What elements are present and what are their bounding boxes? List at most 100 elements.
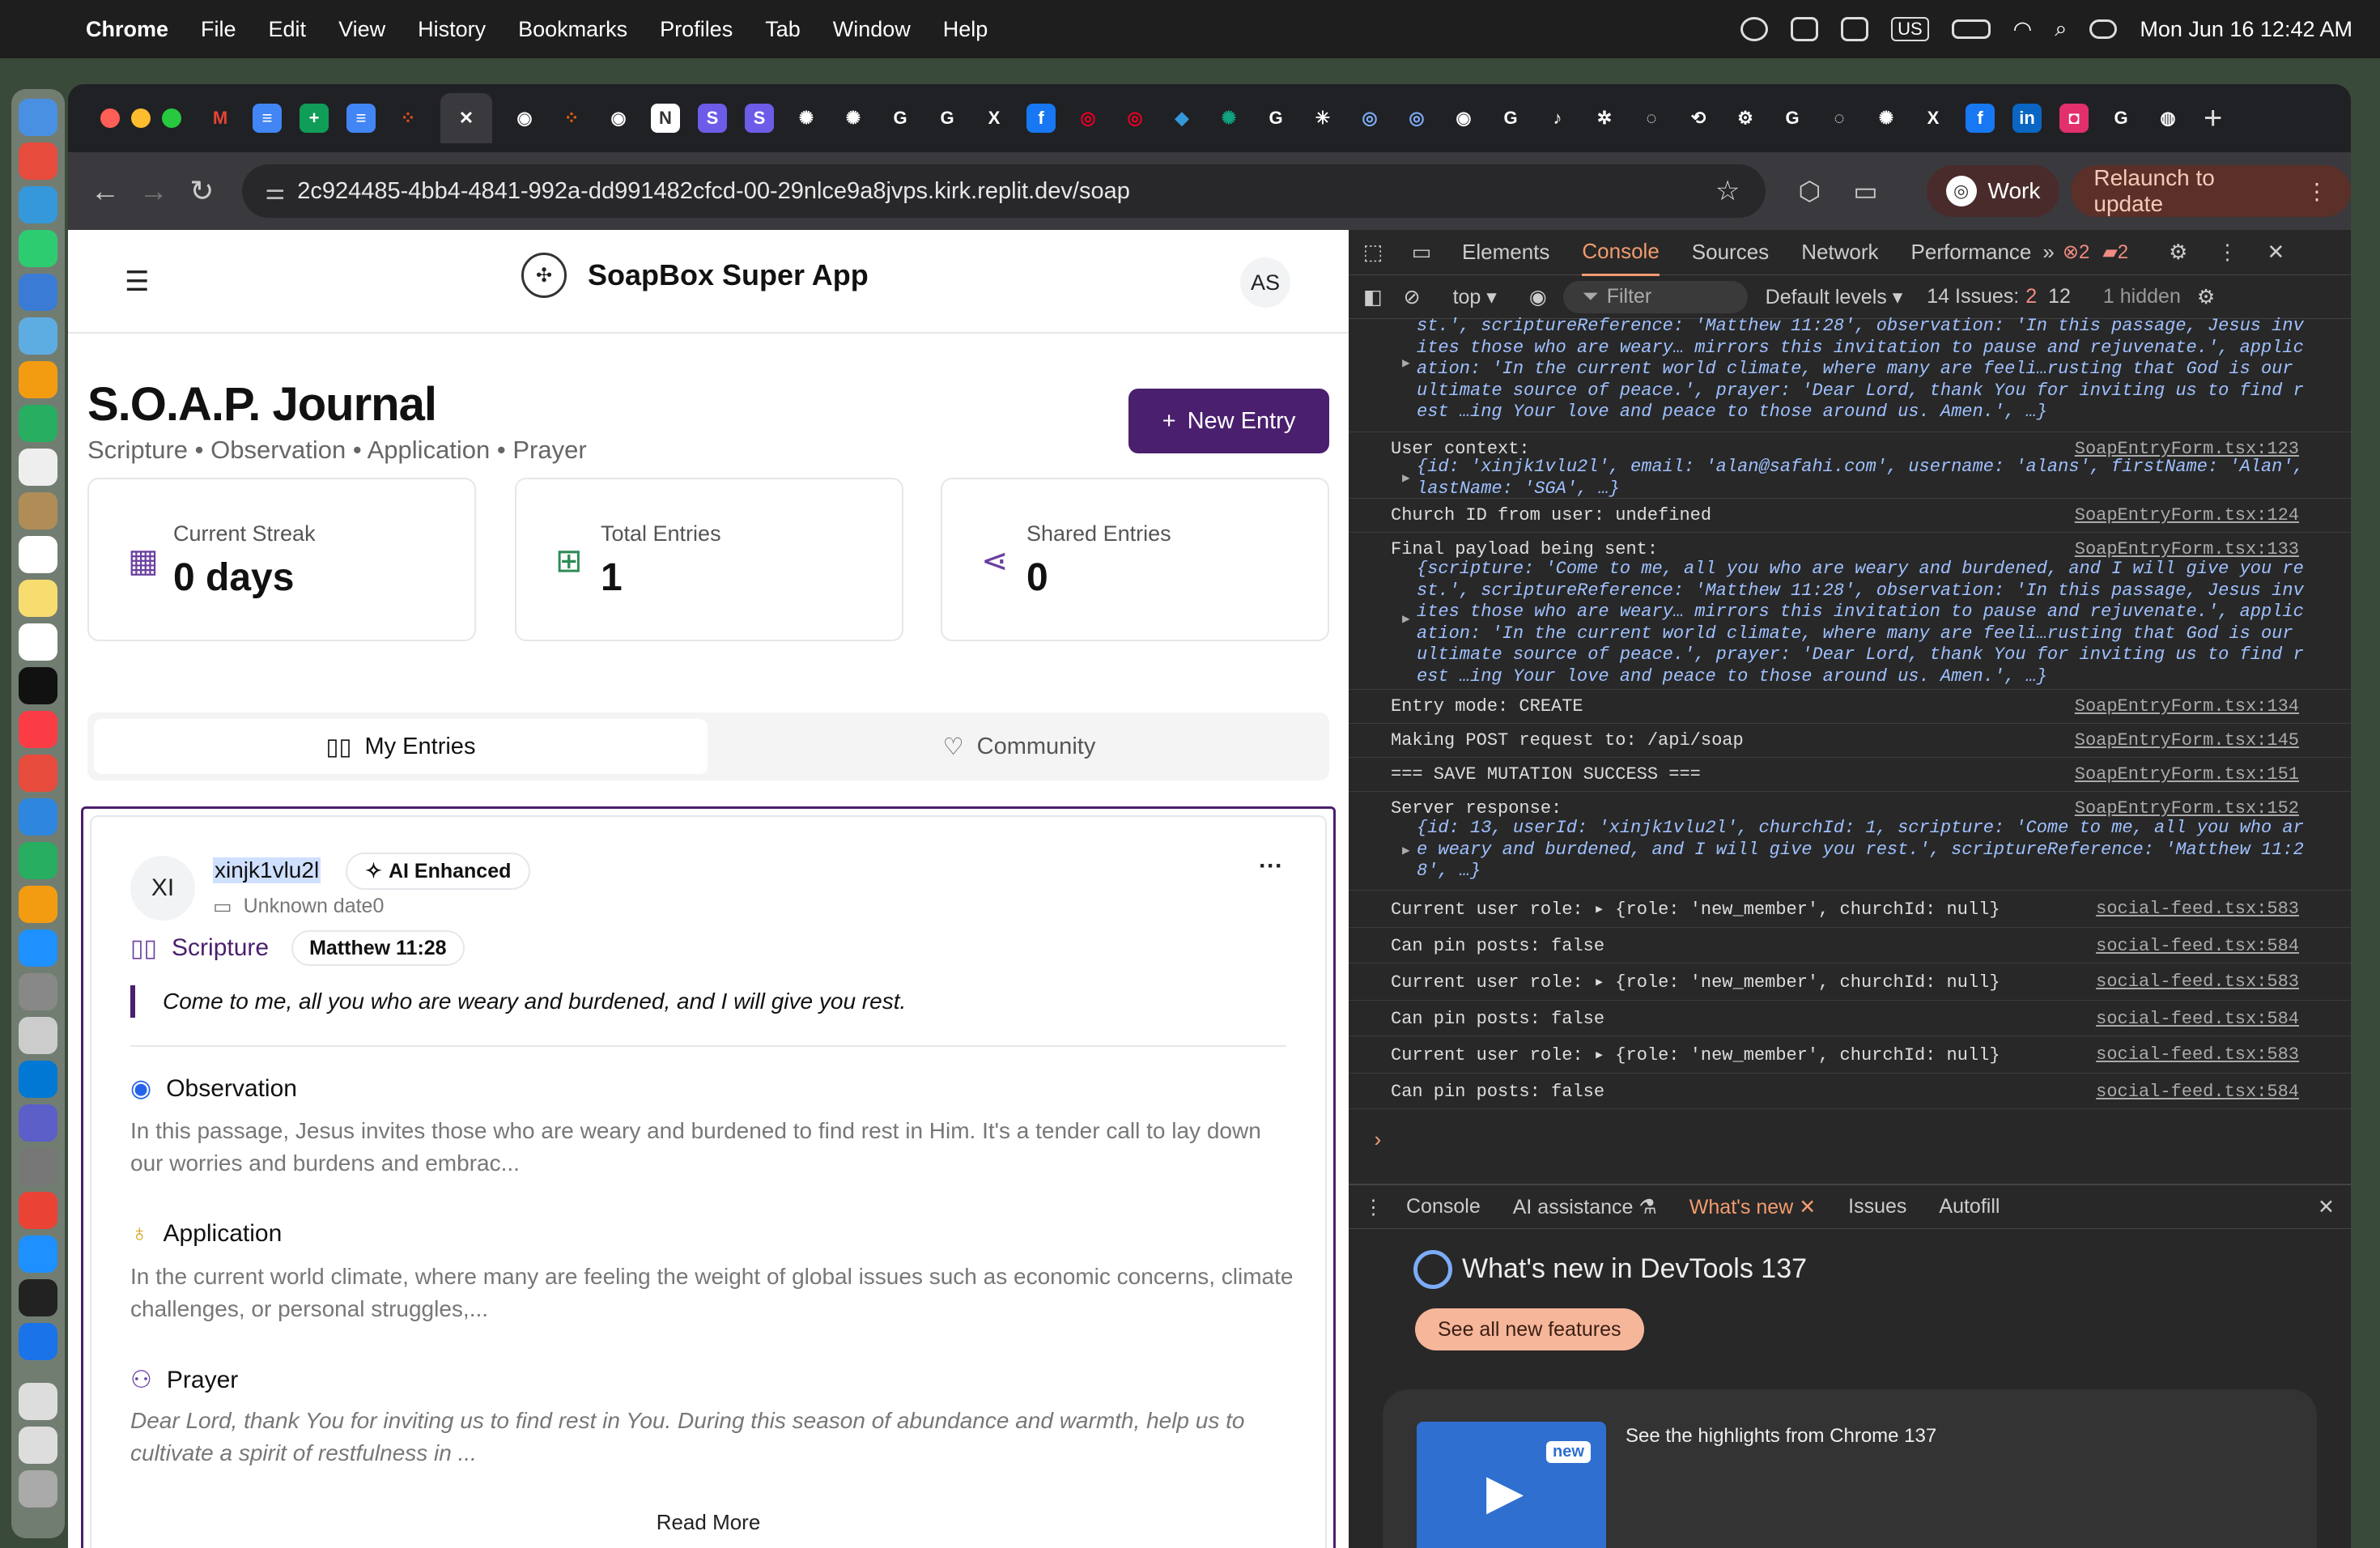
tab-docs-icon-2[interactable]: ≡ [346,104,376,133]
clear-console-icon[interactable]: ⊘ [1404,285,1421,309]
tab-loading-icon[interactable]: ◌ [1637,104,1666,133]
log-source-link[interactable]: social-feed.tsx:584 [2096,1009,2299,1029]
tv-icon[interactable] [19,667,57,704]
log-object[interactable]: {id: 'xinjk1vlu2l', email: 'alan@safahi.… [1417,457,2304,500]
tab-community[interactable]: ♡ Community [712,719,1326,774]
log-source-link[interactable]: social-feed.tsx:583 [2096,972,2299,992]
keynote-icon[interactable] [19,798,57,836]
tab-s-icon-2[interactable]: S [745,104,774,133]
input-source-badge[interactable]: US [1891,17,1929,41]
teams-icon[interactable] [1791,17,1819,41]
tab-x-icon-2[interactable]: X [1919,104,1948,133]
new-entry-button[interactable]: + New Entry [1128,389,1329,453]
tab-google-icon-5[interactable]: G [2106,104,2136,133]
url-text[interactable]: 2c924485-4bb4-4841-992a-dd991482cfcd-00-… [297,178,1130,205]
log-source-link[interactable]: social-feed.tsx:583 [2096,1044,2299,1065]
log-source-link[interactable]: social-feed.tsx:584 [2096,1082,2299,1102]
address-bar[interactable]: ⚌ 2c924485-4bb4-4841-992a-dd991482cfcd-0… [242,164,1766,218]
expand-triangle-icon[interactable]: ▶ [1402,470,1410,486]
tab-openai-icon-3[interactable]: ✺ [1872,104,1901,133]
tab-circle-icon[interactable]: ◌ [1825,104,1854,133]
menu-profiles[interactable]: Profiles [660,17,733,42]
tab-openai-icon-2[interactable]: ✺ [839,104,868,133]
news-icon[interactable] [19,755,57,792]
device-toolbar-icon[interactable]: ▭ [1397,240,1446,265]
tab-dropbox-icon[interactable]: ◆ [1167,104,1196,133]
tab-chrome-icon-2[interactable]: ◎ [1402,104,1431,133]
safari-icon[interactable] [19,186,57,223]
messages-icon[interactable] [19,230,57,267]
log-source-link[interactable]: SoapEntryForm.tsx:145 [2075,730,2299,751]
expand-triangle-icon[interactable]: ▶ [1402,610,1410,627]
console-filter-input[interactable]: ⏷ Filter [1562,280,1748,313]
tab-chatgpt-icon[interactable]: ✺ [1214,104,1243,133]
menu-app-name[interactable]: Chrome [86,17,168,42]
issues-info-count[interactable]: 12 [2048,285,2071,308]
menu-help[interactable]: Help [943,17,988,42]
audio-icon[interactable] [1841,17,1869,41]
log-object[interactable]: {scripture: 'Come to me, all you who are… [1417,559,2304,687]
extensions-icon[interactable]: ⬡ [1798,176,1821,206]
drawer-tab-console[interactable]: Console [1406,1195,1481,1218]
tab-google-icon-4[interactable]: G [1778,104,1807,133]
tab-google-icon-2[interactable]: G [933,104,962,133]
tab-openai-icon[interactable]: ✺ [792,104,821,133]
console-prompt[interactable]: › [1371,1129,1384,1153]
finder-icon[interactable] [19,99,57,136]
forward-icon[interactable]: → [130,174,178,208]
expand-triangle-icon[interactable]: ▶ [1402,842,1410,858]
drawer-tab-autofill[interactable]: Autofill [1939,1195,2000,1218]
menu-view[interactable]: View [338,17,385,42]
menu-bookmarks[interactable]: Bookmarks [518,17,627,42]
trash-icon[interactable] [19,1470,57,1508]
tab-google-icon[interactable]: G [886,104,915,133]
devtools-tab-performance[interactable]: Performance [1911,230,2032,274]
tab-docs-icon[interactable]: ≡ [253,104,282,133]
new-tab-icon[interactable]: + [2204,100,2222,137]
error-counts[interactable]: ⊗2 ▰2 [2063,240,2128,264]
tab-music-icon[interactable]: ♪ [1543,104,1572,133]
tab-my-entries[interactable]: ▯▯ My Entries [94,719,708,774]
brand[interactable]: ✣ SoapBox Super App [521,253,869,298]
zoom-window-button[interactable] [162,108,181,128]
1password-icon[interactable] [19,1323,57,1360]
notes-icon[interactable] [19,580,57,617]
profile-button[interactable]: ◎ Work [1926,165,2060,217]
devtools-settings-icon[interactable]: ⚙ [2169,240,2187,265]
devtools-menu-icon[interactable]: ⋮ [2216,240,2238,265]
see-all-features-button[interactable]: See all new features [1415,1308,1644,1350]
drawer-tab-ai-assistance[interactable]: AI assistance ⚗ [1513,1195,1657,1219]
menu-file[interactable]: File [201,17,236,42]
wifi-icon[interactable]: ◠ [2013,17,2033,42]
relaunch-button[interactable]: Relaunch to update ⋮ [2071,165,2351,217]
log-message[interactable]: Current user role: ▸ {role: 'new_member'… [1391,899,2000,920]
control-center-icon[interactable] [2089,19,2118,39]
more-tabs-icon[interactable]: » [2042,240,2054,265]
log-source-link[interactable]: social-feed.tsx:584 [2096,936,2299,956]
reminders-icon[interactable] [19,536,57,573]
drawer-tab-issues[interactable]: Issues [1848,1195,1906,1218]
issues-label[interactable]: 14 Issues: [1927,285,2019,308]
tab-gear-icon[interactable]: ⚙ [1731,104,1760,133]
bookmark-star-icon[interactable]: ☆ [1715,175,1740,207]
tab-active-close-icon[interactable]: ✕ [440,93,492,143]
utility-icon[interactable] [19,1148,57,1185]
sidebar-toggle-icon[interactable]: ◧ [1363,285,1383,309]
music-icon[interactable] [19,711,57,748]
devtools-tab-console[interactable]: Console [1582,230,1660,276]
issues-error-count[interactable]: 2 [2025,285,2037,308]
app-store-icon[interactable] [19,929,57,967]
context-selector[interactable]: top ▾ [1453,285,1497,309]
log-object[interactable]: {id: 13, userId: 'xinjk1vlu2l', churchId… [1417,818,2304,882]
chrome-icon[interactable] [19,1192,57,1229]
tab-github-icon[interactable]: ◉ [510,104,539,133]
contacts-icon[interactable] [19,492,57,529]
highlight-card[interactable]: new ▶ See the highlights from Chrome 137 [1383,1389,2317,1548]
tab-replit-icon[interactable]: ⁘ [557,104,586,133]
menu-tab[interactable]: Tab [765,17,801,42]
document-icon[interactable] [19,1383,57,1420]
pages-icon[interactable] [19,886,57,923]
log-source-link[interactable]: SoapEntryForm.tsx:152 [2075,798,2299,819]
more-options-icon[interactable]: ··· [1259,853,1283,880]
log-source-link[interactable]: SoapEntryForm.tsx:124 [2075,505,2299,525]
